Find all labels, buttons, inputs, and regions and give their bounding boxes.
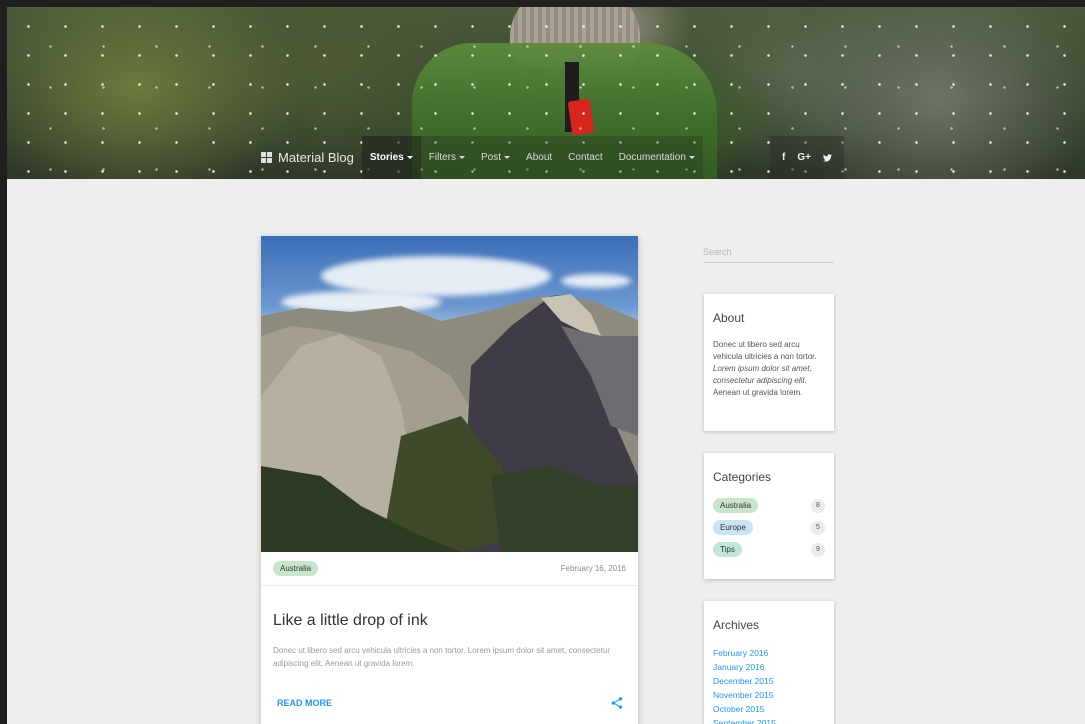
post-category-chip[interactable]: Australia xyxy=(273,561,319,576)
post-body: Like a little drop of ink Donec ut liber… xyxy=(261,586,638,710)
nav-label: Contact xyxy=(568,152,603,163)
about-widget: About Donec ut libero sed arcu vehicula … xyxy=(704,294,834,431)
nav-menu: Stories Filters Post About Contact Docum… xyxy=(361,136,703,179)
mountain-illustration xyxy=(261,294,638,552)
about-text-italic: Lorem ipsum dolor sit amet, consectetur … xyxy=(713,364,812,385)
category-row-europe[interactable]: Europe 5 xyxy=(713,520,825,535)
archive-link[interactable]: January 2016 xyxy=(713,660,825,674)
about-text-2: Aenean ut gravida lorem. xyxy=(713,388,803,397)
nav-item-post[interactable]: Post xyxy=(473,136,518,179)
page-frame: Material Blog Stories Filters Post About… xyxy=(7,7,1085,724)
brand-name: Material Blog xyxy=(278,150,354,165)
category-chip[interactable]: Australia xyxy=(713,498,759,513)
caret-down-icon xyxy=(406,156,413,159)
hero-header: Material Blog Stories Filters Post About… xyxy=(7,7,1085,179)
read-more-button[interactable]: READ MORE xyxy=(277,698,332,708)
caret-down-icon xyxy=(688,156,695,159)
category-count: 9 xyxy=(811,542,825,557)
post-date: February 16, 2016 xyxy=(560,564,626,573)
nav-item-filters[interactable]: Filters xyxy=(421,136,473,179)
post-excerpt: Donec ut libero sed arcu vehicula ultric… xyxy=(273,646,611,668)
facebook-icon[interactable]: f xyxy=(782,152,785,163)
category-count: 5 xyxy=(811,520,825,535)
caret-down-icon xyxy=(459,156,466,159)
category-count: 8 xyxy=(811,498,825,513)
share-icon[interactable] xyxy=(610,696,624,710)
about-title: About xyxy=(713,311,745,325)
nav-label: Post xyxy=(481,152,502,163)
archive-link[interactable]: October 2015 xyxy=(713,702,825,716)
archives-widget: Archives February 2016 January 2016 Dece… xyxy=(704,601,834,724)
archive-link[interactable]: February 2016 xyxy=(713,646,825,660)
search-input[interactable] xyxy=(703,241,834,263)
post-actions: READ MORE xyxy=(273,696,626,710)
navbar: Material Blog Stories Filters Post About… xyxy=(255,136,703,179)
category-chip[interactable]: Europe xyxy=(713,520,753,535)
about-text-1: Donec ut libero sed arcu vehicula ultric… xyxy=(713,340,817,361)
category-row-australia[interactable]: Australia 8 xyxy=(713,498,825,513)
nav-label: About xyxy=(526,152,553,163)
post-image[interactable] xyxy=(261,236,638,552)
caret-down-icon xyxy=(504,156,511,159)
dashboard-icon xyxy=(261,152,272,163)
nav-label: Stories xyxy=(369,152,404,163)
post-card: Australia February 16, 2016 Like a littl… xyxy=(261,236,638,724)
post-meta: Australia February 16, 2016 xyxy=(261,552,638,586)
nav-item-contact[interactable]: Contact xyxy=(560,136,610,179)
categories-title: Categories xyxy=(713,470,772,484)
nav-item-about[interactable]: About xyxy=(518,136,560,179)
nav-label: Filters xyxy=(428,152,457,163)
twitter-icon[interactable] xyxy=(822,153,832,162)
archive-link[interactable]: November 2015 xyxy=(713,688,825,702)
categories-widget: Categories Australia 8 Europe 5 Tips 9 xyxy=(704,453,834,579)
brand-link[interactable]: Material Blog xyxy=(255,136,362,179)
post-title[interactable]: Like a little drop of ink xyxy=(273,612,626,630)
category-chip[interactable]: Tips xyxy=(713,542,742,557)
archives-title: Archives xyxy=(713,618,760,632)
category-row-tips[interactable]: Tips 9 xyxy=(713,542,825,557)
archive-link[interactable]: September 2015 xyxy=(713,716,825,724)
nav-item-stories[interactable]: Stories xyxy=(361,136,421,179)
archive-link[interactable]: December 2015 xyxy=(713,674,825,688)
social-links: f G+ xyxy=(770,136,844,179)
about-text: Donec ut libero sed arcu vehicula ultric… xyxy=(713,339,825,399)
nav-item-documentation[interactable]: Documentation xyxy=(611,136,703,179)
nav-label: Documentation xyxy=(618,152,686,163)
google-plus-icon[interactable]: G+ xyxy=(797,152,811,163)
